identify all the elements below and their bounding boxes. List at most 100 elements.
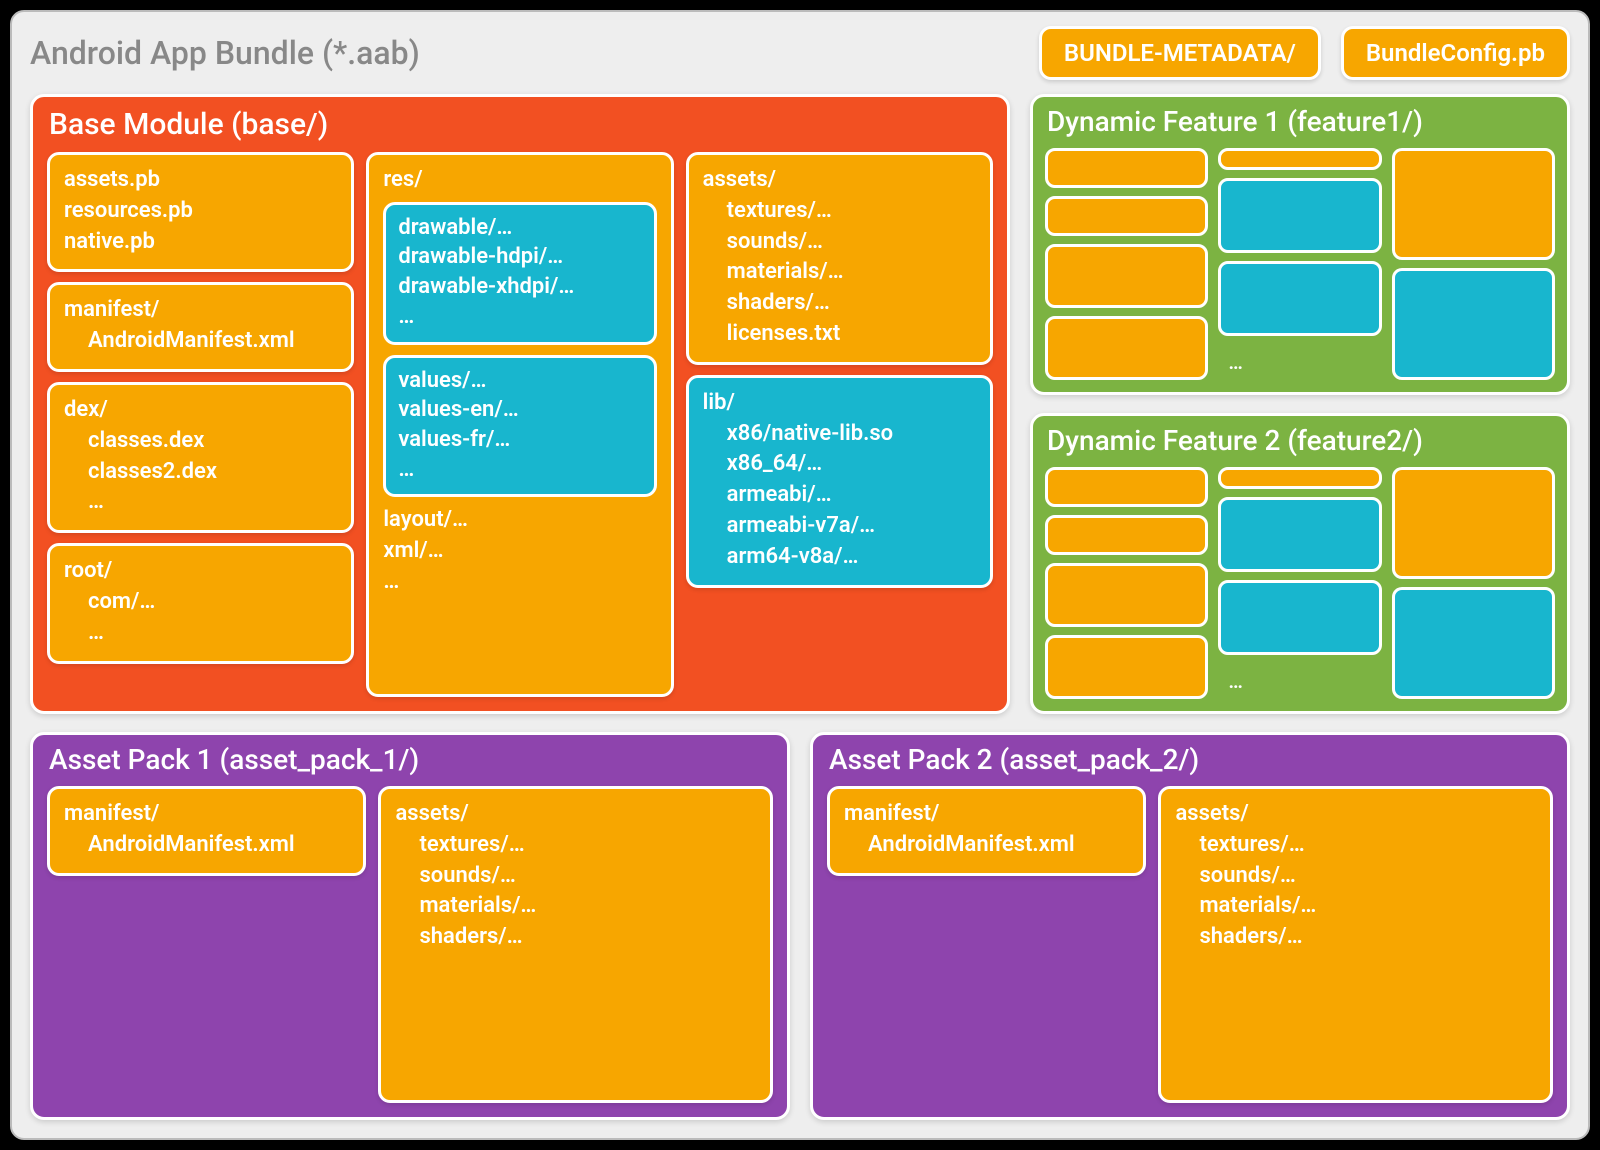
dyn2-title: Dynamic Feature 2 (feature2/) — [1045, 424, 1555, 457]
pb-file: resources.pb — [64, 196, 337, 227]
res-card: res/ drawable/… drawable-hdpi/… drawable… — [366, 152, 673, 697]
file-label: sounds/… — [395, 861, 756, 892]
base-module-title: Base Module (base/) — [47, 107, 993, 142]
file-label: … — [64, 487, 337, 518]
stub-block — [1218, 497, 1381, 572]
stub-block — [1392, 587, 1555, 699]
file-label: sounds/… — [1175, 861, 1536, 892]
dynamic-features-column: Dynamic Feature 1 (feature1/) … — [1030, 94, 1570, 714]
file-label: … — [398, 455, 641, 485]
stub-block — [1392, 148, 1555, 260]
file-label: drawable-xhdpi/… — [398, 272, 641, 302]
file-label: values-en/… — [398, 395, 641, 425]
stub-block — [1045, 635, 1208, 699]
file-label: AndroidManifest.xml — [844, 830, 1129, 861]
pb-file: assets.pb — [64, 165, 337, 196]
file-label: arm64-v8a/… — [703, 542, 976, 573]
ap2-assets-card: assets/ textures/… sounds/… materials/… … — [1158, 786, 1553, 1103]
file-label: com/… — [64, 587, 337, 618]
file-label: drawable-hdpi/… — [398, 242, 641, 272]
base-col-3: assets/ textures/… sounds/… materials/… … — [686, 152, 993, 697]
ap1-title: Asset Pack 1 (asset_pack_1/) — [47, 743, 773, 776]
stub-block — [1218, 580, 1381, 655]
file-label: textures/… — [703, 196, 976, 227]
dir-label: assets/ — [395, 799, 756, 830]
bundle-metadata-chip: BUNDLE-METADATA/ — [1039, 26, 1321, 80]
stub-block — [1045, 196, 1208, 236]
dir-label: assets/ — [703, 165, 976, 196]
file-label: AndroidManifest.xml — [64, 830, 349, 861]
file-label: x86_64/… — [703, 449, 976, 480]
file-label: … — [398, 302, 641, 332]
file-label: materials/… — [1175, 891, 1536, 922]
stub-block — [1045, 467, 1208, 507]
dir-label: assets/ — [1175, 799, 1536, 830]
stub-block — [1045, 148, 1208, 188]
asset-pack-1: Asset Pack 1 (asset_pack_1/) manifest/ A… — [30, 732, 790, 1120]
aab-container: Android App Bundle (*.aab) BUNDLE-METADA… — [10, 10, 1590, 1140]
values-subcard: values/… values-en/… values-fr/… … — [383, 355, 656, 498]
asset-packs-row: Asset Pack 1 (asset_pack_1/) manifest/ A… — [30, 732, 1570, 1120]
base-col-2: res/ drawable/… drawable-hdpi/… drawable… — [366, 152, 673, 697]
file-label: shaders/… — [1175, 922, 1536, 953]
file-label: … — [64, 618, 337, 649]
ap1-manifest-card: manifest/ AndroidManifest.xml — [47, 786, 366, 876]
file-label: shaders/… — [395, 922, 756, 953]
stub-block — [1045, 244, 1208, 308]
stub-block — [1392, 268, 1555, 380]
dyn1-title: Dynamic Feature 1 (feature1/) — [1045, 105, 1555, 138]
file-label: classes.dex — [64, 426, 337, 457]
file-label: xml/… — [383, 536, 656, 567]
file-label: sounds/… — [703, 227, 976, 258]
ap1-assets-card: assets/ textures/… sounds/… materials/… … — [378, 786, 773, 1103]
dir-label: root/ — [64, 556, 337, 587]
dir-label: manifest/ — [844, 799, 1129, 830]
assets-card: assets/ textures/… sounds/… materials/… … — [686, 152, 993, 365]
mid-row: Base Module (base/) assets.pb resources.… — [30, 94, 1570, 714]
file-label: textures/… — [1175, 830, 1536, 861]
root-card: root/ com/… … — [47, 543, 354, 663]
diagram-title: Android App Bundle (*.aab) — [30, 34, 420, 72]
base-col-1: assets.pb resources.pb native.pb manifes… — [47, 152, 354, 697]
file-label: AndroidManifest.xml — [64, 326, 337, 357]
stub-block — [1218, 467, 1381, 489]
stub-block — [1218, 178, 1381, 253]
ap2-manifest-card: manifest/ AndroidManifest.xml — [827, 786, 1146, 876]
dir-label: manifest/ — [64, 295, 337, 326]
dir-label: manifest/ — [64, 799, 349, 830]
file-label: x86/native-lib.so — [703, 419, 976, 450]
file-label: values-fr/… — [398, 425, 641, 455]
file-label: armeabi-v7a/… — [703, 511, 976, 542]
pb-file: native.pb — [64, 227, 337, 258]
file-label: shaders/… — [703, 288, 976, 319]
file-label: values/… — [398, 366, 641, 396]
bundle-config-chip: BundleConfig.pb — [1341, 26, 1570, 80]
manifest-card: manifest/ AndroidManifest.xml — [47, 282, 354, 372]
pb-files-card: assets.pb resources.pb native.pb — [47, 152, 354, 272]
dex-card: dex/ classes.dex classes2.dex … — [47, 382, 354, 533]
ellipsis-label: … — [1218, 663, 1381, 699]
stub-block — [1218, 261, 1381, 336]
file-label: materials/… — [703, 257, 976, 288]
file-label: … — [383, 567, 656, 598]
file-label: licenses.txt — [703, 319, 976, 350]
dir-label: dex/ — [64, 395, 337, 426]
ap2-title: Asset Pack 2 (asset_pack_2/) — [827, 743, 1553, 776]
header-row: Android App Bundle (*.aab) BUNDLE-METADA… — [30, 26, 1570, 80]
dynamic-feature-2: Dynamic Feature 2 (feature2/) … — [1030, 413, 1570, 714]
file-label: classes2.dex — [64, 457, 337, 488]
dynamic-feature-1: Dynamic Feature 1 (feature1/) … — [1030, 94, 1570, 395]
file-label: textures/… — [395, 830, 756, 861]
stub-block — [1392, 467, 1555, 579]
file-label: materials/… — [395, 891, 756, 922]
dir-label: res/ — [383, 165, 656, 196]
file-label: layout/… — [383, 505, 656, 536]
file-label: drawable/… — [398, 213, 641, 243]
file-label: armeabi/… — [703, 480, 976, 511]
asset-pack-2: Asset Pack 2 (asset_pack_2/) manifest/ A… — [810, 732, 1570, 1120]
stub-block — [1045, 316, 1208, 380]
stub-block — [1045, 515, 1208, 555]
base-module: Base Module (base/) assets.pb resources.… — [30, 94, 1010, 714]
dir-label: lib/ — [703, 388, 976, 419]
stub-block — [1218, 148, 1381, 170]
